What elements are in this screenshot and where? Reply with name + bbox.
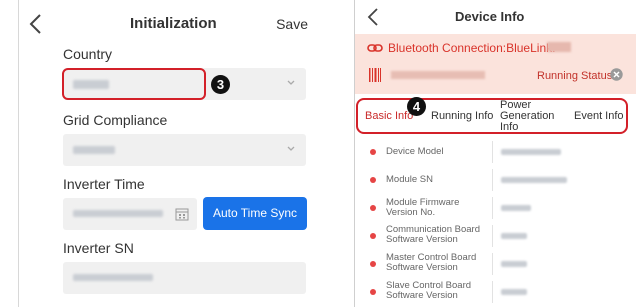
inverter-sn-field[interactable]	[63, 262, 306, 294]
bluetooth-connection-text: Bluetooth Connection:BlueLink:	[388, 41, 556, 55]
time-value-redacted	[73, 210, 163, 217]
calendar-icon[interactable]	[175, 207, 189, 221]
row-divider	[492, 197, 493, 219]
info-row-module-sn: Module SN	[355, 166, 636, 194]
page-title: Initialization	[130, 15, 217, 32]
status-dot-icon	[370, 149, 376, 155]
status-dot-icon	[370, 261, 376, 267]
row-divider	[492, 169, 493, 191]
row-label: Communication Board Software Version	[386, 224, 480, 245]
initialization-screen: Initialization Save Country 3 Grid Compl…	[0, 0, 322, 307]
connection-banner: Bluetooth Connection:BlueLink: Running S…	[355, 34, 636, 94]
info-row-master-control-board: Master Control Board Software Version	[355, 250, 636, 278]
sn-value-redacted	[73, 274, 153, 281]
back-chevron-icon[interactable]	[365, 6, 381, 28]
device-info-screen: Device Info Bluetooth Connection:BlueLin…	[354, 0, 636, 307]
close-circle-icon[interactable]	[610, 68, 623, 81]
row-value-redacted	[501, 233, 527, 239]
status-dot-icon	[370, 233, 376, 239]
inverter-time-label: Inverter Time	[63, 176, 145, 192]
inverter-sn-label: Inverter SN	[63, 240, 134, 256]
status-dot-icon	[370, 289, 376, 295]
row-value-redacted	[501, 149, 561, 155]
tab-power-generation-label: Power Generation Info	[500, 99, 555, 133]
barcode-icon	[369, 68, 381, 82]
row-divider	[492, 141, 493, 163]
left-divider	[18, 0, 19, 307]
row-divider	[492, 281, 493, 303]
row-value-redacted	[501, 289, 527, 295]
grid-compliance-label: Grid Compliance	[63, 112, 168, 128]
tab-basic-info[interactable]: Basic Info	[365, 110, 413, 122]
chevron-down-icon	[287, 146, 295, 151]
row-value-redacted	[501, 177, 567, 183]
inverter-time-input[interactable]	[63, 198, 197, 230]
info-row-communication-board: Communication Board Software Version	[355, 222, 636, 250]
info-tabs: Basic Info Running Info Power Generation…	[356, 98, 628, 134]
row-divider	[492, 225, 493, 247]
device-serial-redacted	[391, 71, 485, 79]
row-label: Slave Control Board Software Version	[386, 280, 472, 301]
row-divider	[492, 253, 493, 275]
page-title: Device Info	[455, 9, 525, 24]
country-label: Country	[63, 46, 113, 62]
back-chevron-icon[interactable]	[26, 12, 46, 36]
row-label: Master Control Board Software Version	[386, 252, 477, 273]
grid-compliance-select[interactable]	[63, 134, 306, 166]
info-row-module-firmware: Module Firmware Version No.	[355, 194, 636, 222]
tab-event-info[interactable]: Event Info	[574, 110, 624, 122]
country-highlight-box	[62, 68, 206, 100]
row-label: Device Model	[386, 146, 444, 157]
link-icon	[367, 44, 383, 52]
row-label: Module Firmware Version No.	[386, 197, 460, 218]
callout-number-3: 3	[211, 75, 230, 94]
auto-time-sync-button[interactable]: Auto Time Sync	[203, 197, 307, 230]
tab-running-info[interactable]: Running Info	[431, 110, 493, 122]
row-label: Module SN	[386, 174, 433, 185]
save-button[interactable]: Save	[276, 16, 308, 32]
chevron-down-icon	[287, 80, 295, 85]
status-dot-icon	[370, 177, 376, 183]
info-row-slave-control-board: Slave Control Board Software Version	[355, 278, 636, 306]
row-value-redacted	[501, 261, 527, 267]
callout-number-4: 4	[407, 97, 426, 116]
bluelink-id-redacted	[547, 42, 571, 52]
row-value-redacted	[501, 205, 531, 211]
tab-power-generation-info[interactable]: Power Generation Info	[500, 100, 566, 133]
grid-value-redacted	[73, 146, 115, 154]
info-row-device-model: Device Model	[355, 138, 636, 166]
status-dot-icon	[370, 205, 376, 211]
running-status-label: Running Status	[537, 70, 613, 82]
